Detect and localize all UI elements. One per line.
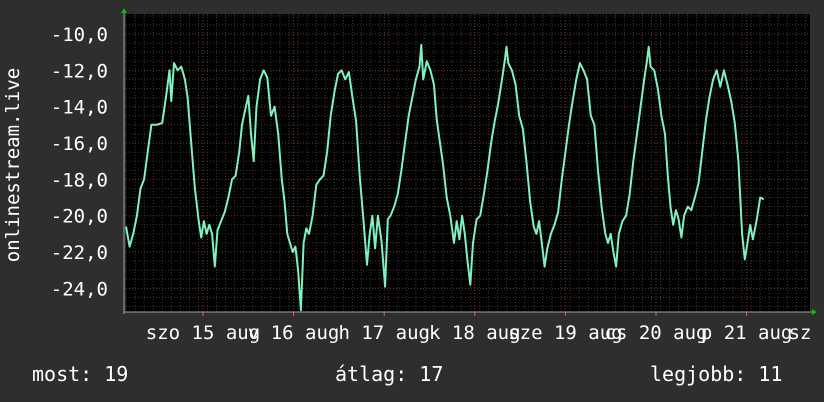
y-tick-label: -24,0	[51, 278, 108, 300]
y-tick-label: -12,0	[51, 60, 108, 82]
x-tick-label: k 18 aug	[429, 322, 521, 344]
x-tick-label: p 21 aug	[701, 322, 793, 344]
y-axis-label: onlinestream.live	[2, 68, 24, 262]
x-tick-label: v 16 aug	[248, 322, 340, 344]
y-axis-arrow-icon	[121, 8, 127, 13]
stat-best: legjobb: 11	[650, 362, 783, 386]
x-tick-label: cs 20 aug	[605, 322, 708, 344]
y-axis-ticks: -10,0 -12,0 -14,0 -16,0 -18,0 -20,0 -22,0 -24,0	[51, 24, 108, 300]
y-tick-label: -20,0	[51, 206, 108, 228]
y-tick-label: -16,0	[51, 133, 108, 155]
y-tick-label: -18,0	[51, 169, 108, 191]
line-chart: -10,0 -12,0 -14,0 -16,0 -18,0 -20,0 -22,0 -24,0…	[2, 8, 817, 344]
stat-now: most: 19	[32, 362, 129, 386]
y-tick-label: -22,0	[51, 242, 108, 264]
x-axis-ticks: szo 15 augv 16 aug h 17 aug k 18 augsze 19…	[146, 312, 812, 344]
stat-average: átlag: 17	[335, 362, 444, 386]
y-tick-label: -14,0	[51, 97, 108, 119]
x-tick-label: h 17 aug	[338, 322, 430, 344]
x-tick-label: sz	[789, 322, 812, 344]
x-tick-label: szo 15 aug	[146, 322, 260, 344]
x-axis-arrow-icon	[812, 309, 817, 315]
y-tick-label: -10,0	[51, 24, 108, 46]
